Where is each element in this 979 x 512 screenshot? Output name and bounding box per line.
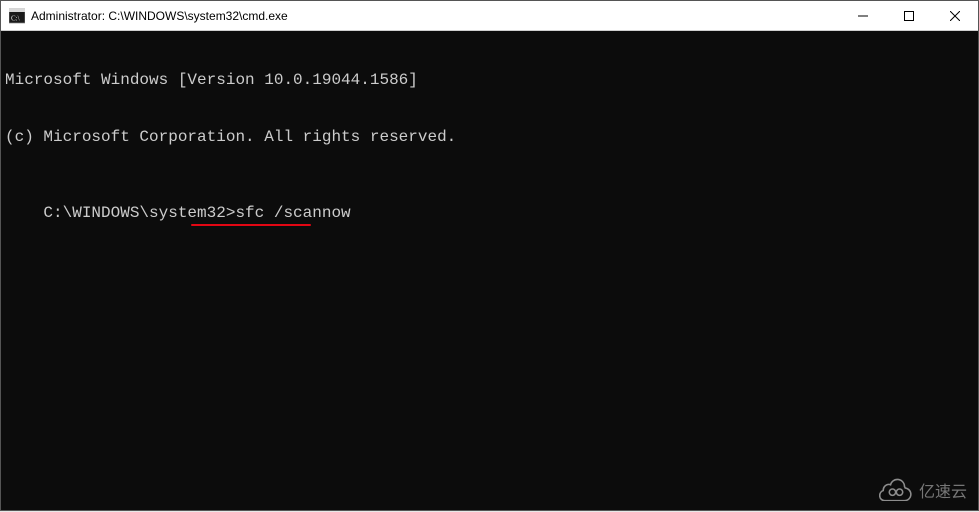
terminal-line: Microsoft Windows [Version 10.0.19044.15… xyxy=(5,71,974,90)
prompt-text: C:\WINDOWS\system32> xyxy=(43,204,235,222)
window-controls xyxy=(840,1,978,30)
cmd-icon: C:\ xyxy=(9,8,25,24)
svg-text:C:\: C:\ xyxy=(11,14,20,22)
cmd-window: C:\ Administrator: C:\WINDOWS\system32\c… xyxy=(0,0,979,511)
command-text: sfc /scannow xyxy=(235,204,350,222)
window-title: Administrator: C:\WINDOWS\system32\cmd.e… xyxy=(31,9,288,23)
terminal-area[interactable]: Microsoft Windows [Version 10.0.19044.15… xyxy=(1,31,978,510)
titlebar[interactable]: C:\ Administrator: C:\WINDOWS\system32\c… xyxy=(1,1,978,31)
terminal-line: (c) Microsoft Corporation. All rights re… xyxy=(5,128,974,147)
highlight-underline xyxy=(191,224,311,226)
close-button[interactable] xyxy=(932,1,978,30)
prompt-row: C:\WINDOWS\system32>sfc /scannow xyxy=(43,204,350,223)
maximize-button[interactable] xyxy=(886,1,932,30)
minimize-button[interactable] xyxy=(840,1,886,30)
